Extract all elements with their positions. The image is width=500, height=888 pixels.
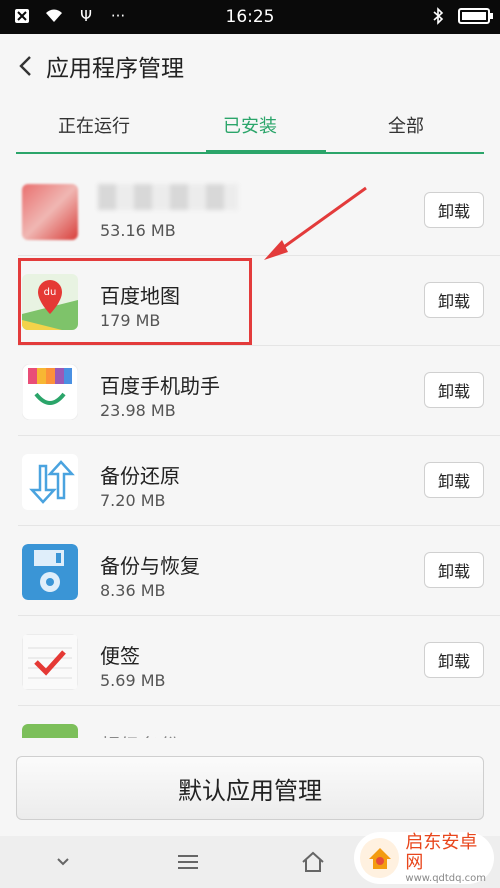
menu-icon (177, 855, 198, 869)
clock: 16:25 (225, 7, 275, 27)
notes-icon (22, 634, 78, 690)
app-name: 百度手机助手 (100, 374, 220, 398)
app-list[interactable]: 53.16 MB 卸载 du 百度地图 179 MB 卸载 百度手机助手 23.… (0, 166, 500, 738)
list-item[interactable]: 超级备份 (18, 706, 500, 738)
app-icon-blurred (22, 184, 78, 240)
active-tab-indicator (206, 150, 326, 154)
chevron-down-icon (56, 858, 69, 866)
tab-running[interactable]: 正在运行 (16, 112, 172, 138)
home-icon (301, 851, 324, 872)
list-item[interactable]: 便签 5.69 MB 卸载 (18, 616, 500, 706)
list-item[interactable]: 备份与恢复 8.36 MB 卸载 (18, 526, 500, 616)
watermark-logo-icon (360, 838, 400, 878)
app-size: 53.16 MB (100, 221, 176, 240)
app-name: 备份还原 (100, 464, 180, 488)
app-name: 备份与恢复 (100, 554, 200, 578)
app-size: 23.98 MB (100, 401, 176, 420)
list-item[interactable]: 备份还原 7.20 MB 卸载 (18, 436, 500, 526)
tab-bar: 正在运行 已安装 全部 (16, 98, 484, 154)
app-size: 7.20 MB (100, 491, 166, 510)
app-name: 便签 (100, 644, 140, 668)
bluetooth-icon (428, 6, 448, 26)
app-name: 超级备份 (100, 730, 180, 738)
tab-all[interactable]: 全部 (328, 112, 484, 138)
backup-restore-icon (22, 454, 78, 510)
uninstall-button[interactable]: 卸载 (424, 372, 484, 408)
baidu-assistant-icon (22, 364, 78, 420)
list-item[interactable]: 百度手机助手 23.98 MB 卸载 (18, 346, 500, 436)
blurred-app-name (98, 184, 238, 210)
app-size: 5.69 MB (100, 671, 166, 690)
app-size: 8.36 MB (100, 581, 166, 600)
uninstall-button[interactable]: 卸载 (424, 282, 484, 318)
watermark: 启东安卓网 www.qdtdq.com (354, 832, 494, 884)
nav-collapse[interactable] (0, 857, 125, 867)
highlight-box (18, 258, 252, 345)
default-app-management-button[interactable]: 默认应用管理 (16, 756, 484, 820)
battery-icon (458, 8, 493, 24)
back-arrow-icon[interactable] (12, 53, 38, 79)
title-bar: 应用程序管理 (0, 34, 500, 98)
page-title: 应用程序管理 (46, 56, 184, 82)
tab-installed[interactable]: 已安装 (172, 112, 328, 138)
uninstall-button[interactable]: 卸载 (424, 462, 484, 498)
list-item[interactable]: 53.16 MB 卸载 (18, 166, 500, 256)
watermark-url: www.qdtdq.com (405, 872, 487, 884)
uninstall-button[interactable]: 卸载 (424, 192, 484, 228)
floppy-disk-icon (22, 544, 78, 600)
watermark-title: 启东安卓网 (405, 831, 478, 873)
nav-menu[interactable] (125, 853, 250, 871)
uninstall-button[interactable]: 卸载 (424, 642, 484, 678)
status-bar: Ψ ··· 16:25 (0, 0, 500, 34)
super-backup-icon (22, 724, 78, 738)
uninstall-button[interactable]: 卸载 (424, 552, 484, 588)
